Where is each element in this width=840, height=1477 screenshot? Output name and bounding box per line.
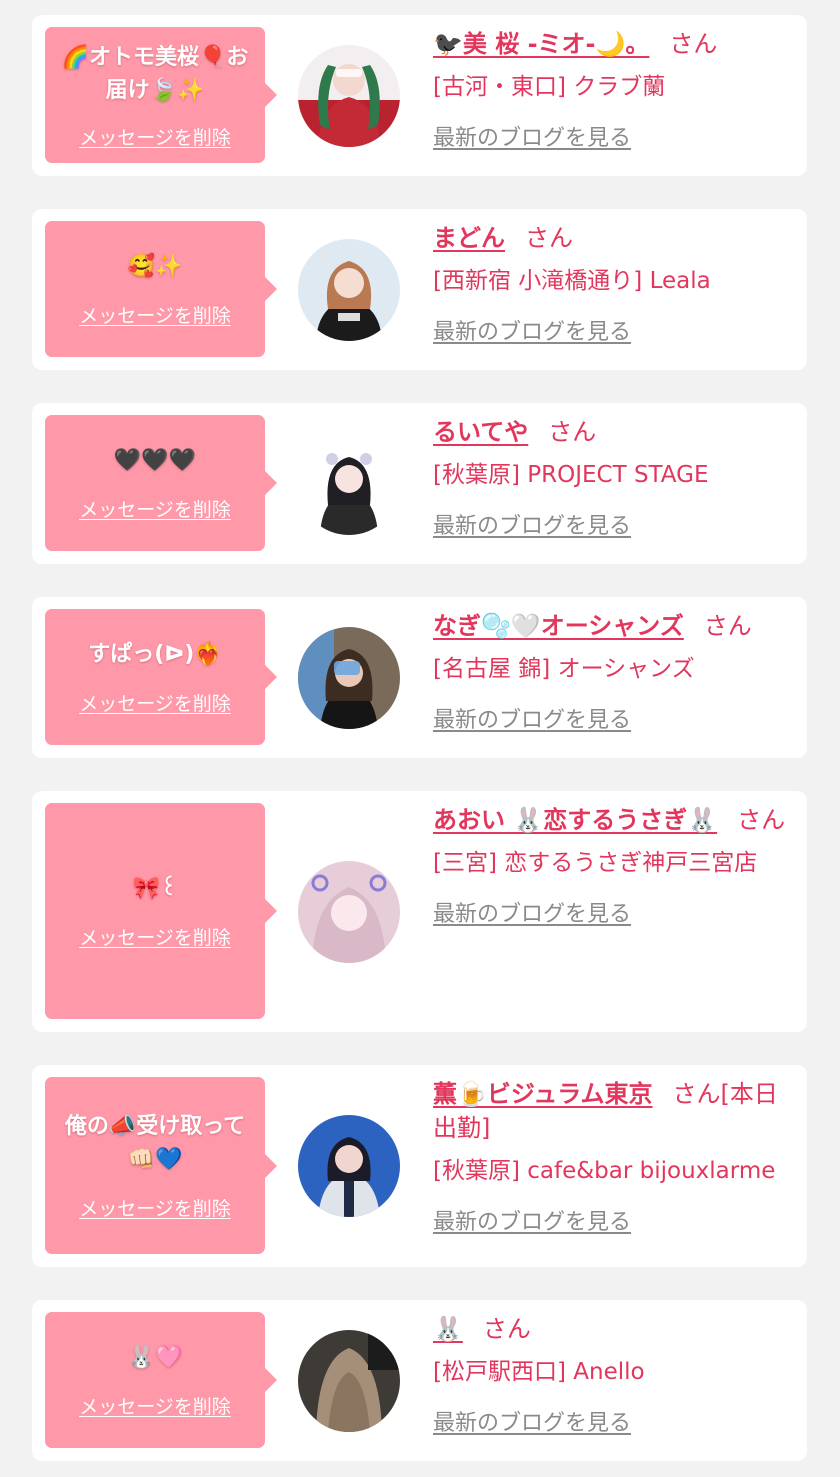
avatar[interactable] [298,433,400,535]
message-bubble: 🥰✨ メッセージを削除 [45,221,277,357]
avatar[interactable] [298,861,400,963]
avatar[interactable] [298,1330,400,1432]
message-bubble: 俺の📣受け取って👊🏻💙 メッセージを削除 [45,1077,277,1254]
cast-info: るいてや さん [秋葉原] PROJECT STAGE 最新のブログを見る [433,415,793,543]
message-text: 俺の📣受け取って👊🏻💙 [64,1114,246,1172]
cast-name-line: なぎ🫧🤍オーシャンズ さん [433,609,793,643]
cast-name-line: まどん さん [433,221,793,255]
avatar-image [298,239,400,341]
cast-name-line: るいてや さん [433,415,793,449]
message-bubble: 🌈オトモ美桜🎈お届け🍃✨ メッセージを削除 [45,27,277,163]
honorific: さん [525,224,573,252]
cast-name-line: 🐦‍⬛美 桜 -ミオ-🌙。 さん [433,27,793,61]
message-bubble: すぱっ(ᐅ)❤️‍🔥 メッセージを削除 [45,609,277,745]
message-text: すぱっ(ᐅ)❤️‍🔥 [88,642,222,667]
message-bubble: 🎀꒰ メッセージを削除 [45,803,277,1019]
delete-message-link[interactable]: メッセージを削除 [79,1194,231,1221]
honorific: さん [669,30,718,58]
message-text: 🥰✨ [127,254,183,279]
delete-message-link[interactable]: メッセージを削除 [79,495,231,522]
cast-info: なぎ🫧🤍オーシャンズ さん [名古屋 錦] オーシャンズ 最新のブログを見る [433,609,793,737]
message-card: 俺の📣受け取って👊🏻💙 メッセージを削除 薫🍺ビジュラム東京 さん[本日出勤] [… [32,1065,807,1267]
honorific: さん [703,612,752,640]
cast-name-link[interactable]: 薫🍺ビジュラム東京 [433,1080,652,1108]
delete-message-link[interactable]: メッセージを削除 [79,123,231,150]
cast-name-line: あおい 🐰恋するうさぎ🐰 さん [433,803,793,837]
message-card: すぱっ(ᐅ)❤️‍🔥 メッセージを削除 なぎ🫧🤍オーシャンズ さん [名古屋 錦]… [32,597,807,758]
message-bubble: 🖤🖤🖤 メッセージを削除 [45,415,277,551]
cast-name-link[interactable]: るいてや [433,418,528,446]
cast-name-link[interactable]: まどん [433,224,505,252]
latest-blog-link[interactable]: 最新のブログを見る [433,899,631,931]
message-card: 🌈オトモ美桜🎈お届け🍃✨ メッセージを削除 🐦‍⬛美 桜 -ミオ-🌙。 さん [古… [32,15,807,176]
shop-name: [古河・東口] クラブ蘭 [433,74,666,100]
honorific: さん [737,806,786,834]
avatar[interactable] [298,627,400,729]
cast-name-link[interactable]: 🐰 [433,1315,463,1343]
shop-name: [秋葉原] cafe&bar bijouxlarme [433,1158,776,1184]
message-list: 🌈オトモ美桜🎈お届け🍃✨ メッセージを削除 🐦‍⬛美 桜 -ミオ-🌙。 さん [古… [0,0,840,1477]
message-card: 🖤🖤🖤 メッセージを削除 るいてや さん [秋葉原] PROJECT STAGE … [32,403,807,564]
honorific: さん [548,418,597,446]
latest-blog-link[interactable]: 最新のブログを見る [433,317,631,349]
latest-blog-link[interactable]: 最新のブログを見る [433,1207,631,1239]
delete-message-link[interactable]: メッセージを削除 [79,1392,231,1419]
message-text: 🐰🩷 [127,1345,183,1370]
honorific: さん [482,1315,531,1343]
avatar[interactable] [298,45,400,147]
shop-name: [三宮] 恋するうさぎ神戸三宮店 [433,850,758,876]
cast-info: 🐰 さん [松戸駅西口] Anello 最新のブログを見る [433,1312,793,1440]
avatar-image [298,627,400,729]
latest-blog-link[interactable]: 最新のブログを見る [433,1408,631,1440]
avatar-image [298,433,400,535]
cast-name-link[interactable]: 🐦‍⬛美 桜 -ミオ-🌙。 [433,30,649,58]
shop-name: [松戸駅西口] Anello [433,1359,645,1385]
cast-name-link[interactable]: なぎ🫧🤍オーシャンズ [433,612,684,640]
shop-name: [名古屋 錦] オーシャンズ [433,656,695,682]
message-bubble: 🐰🩷 メッセージを削除 [45,1312,277,1448]
delete-message-link[interactable]: メッセージを削除 [79,689,231,716]
avatar[interactable] [298,239,400,341]
avatar[interactable] [298,1115,400,1217]
shop-name: [秋葉原] PROJECT STAGE [433,462,709,488]
latest-blog-link[interactable]: 最新のブログを見る [433,705,631,737]
avatar-image [298,1330,400,1432]
message-card: 🐰🩷 メッセージを削除 🐰 さん [松戸駅西口] Anello 最新のブログを見る [32,1300,807,1461]
message-text: 🖤🖤🖤 [113,448,197,473]
delete-message-link[interactable]: メッセージを削除 [79,301,231,328]
message-text: 🎀꒰ [132,876,178,901]
cast-info: 薫🍺ビジュラム東京 さん[本日出勤] [秋葉原] cafe&bar bijouxl… [433,1077,793,1239]
avatar-image [298,1115,400,1217]
cast-name-line: 🐰 さん [433,1312,793,1346]
cast-info: あおい 🐰恋するうさぎ🐰 さん [三宮] 恋するうさぎ神戸三宮店 最新のブログを見… [433,803,793,931]
cast-info: まどん さん [西新宿 小滝橋通り] Leala 最新のブログを見る [433,221,793,349]
delete-message-link[interactable]: メッセージを削除 [79,923,231,950]
message-card: 🥰✨ メッセージを削除 まどん さん [西新宿 小滝橋通り] Leala 最新のブ… [32,209,807,370]
cast-name-line: 薫🍺ビジュラム東京 さん[本日出勤] [433,1077,793,1145]
message-text: 🌈オトモ美桜🎈お届け🍃✨ [61,44,249,103]
cast-info: 🐦‍⬛美 桜 -ミオ-🌙。 さん [古河・東口] クラブ蘭 最新のブログを見る [433,27,793,155]
latest-blog-link[interactable]: 最新のブログを見る [433,511,631,543]
avatar-image [298,861,400,963]
avatar-image [298,45,400,147]
cast-name-link[interactable]: あおい 🐰恋するうさぎ🐰 [433,806,717,834]
shop-name: [西新宿 小滝橋通り] Leala [433,268,711,294]
message-card: 🎀꒰ メッセージを削除 あおい 🐰恋するうさぎ🐰 さん [三宮] 恋するうさぎ神戸… [32,791,807,1032]
latest-blog-link[interactable]: 最新のブログを見る [433,123,631,155]
